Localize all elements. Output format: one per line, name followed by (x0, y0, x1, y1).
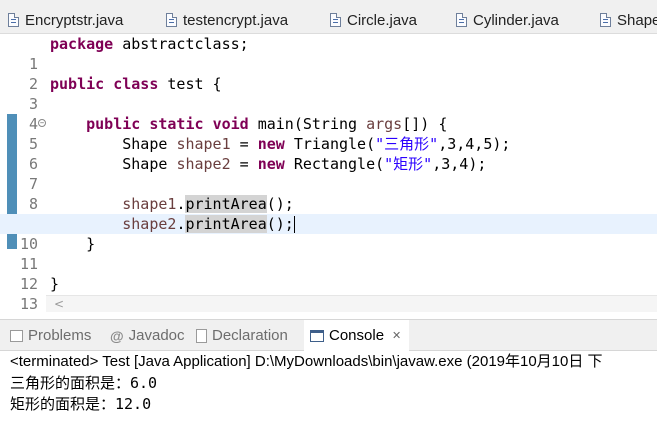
java-file-icon (456, 13, 467, 27)
code-editor[interactable]: 1 package abstractclass; 2 3 public clas… (0, 34, 657, 313)
code-text: main(String (248, 115, 367, 133)
code-line[interactable]: 3 public class test { (0, 74, 657, 113)
java-file-icon (166, 13, 177, 27)
tab-problems[interactable]: Problems (10, 320, 91, 351)
parameter: args (366, 115, 403, 133)
console-output-line: 矩形的面积是：12.0 (10, 395, 152, 413)
console-output-line: 三角形的面积是：6.0 (10, 374, 158, 392)
keyword: new (257, 155, 285, 173)
java-file-icon (330, 13, 341, 27)
console-output[interactable]: <terminated> Test [Java Application] D:\… (0, 351, 657, 447)
code-text: (); (266, 195, 294, 213)
code-text: Triangle( (284, 135, 376, 153)
tab-label: Javadoc (128, 327, 185, 344)
declaration-icon (196, 328, 207, 343)
tab-label: Circle.java (347, 11, 418, 29)
code-line[interactable]: 1 package abstractclass; (0, 34, 657, 73)
keyword: public (86, 115, 141, 133)
code-text: = (230, 155, 258, 173)
code-text: } (86, 235, 96, 253)
console-icon (310, 329, 324, 342)
code-line[interactable]: 5 − public static void main(String args[… (0, 114, 657, 153)
code-text: ,3,4); (432, 155, 487, 173)
method-occurrence: printArea (185, 215, 267, 233)
code-text: } (50, 275, 60, 293)
code-line[interactable]: 13 } (0, 274, 657, 313)
string-literal: "矩形" (384, 155, 433, 173)
keyword: void (212, 115, 249, 133)
code-text: Shape (50, 155, 177, 173)
code-text: []) { (402, 115, 448, 133)
close-icon[interactable]: ✕ (392, 329, 401, 342)
code-line[interactable]: 4 (0, 94, 657, 133)
code-text: Shape (50, 135, 177, 153)
code-text: Rectangle( (284, 155, 385, 173)
editor-tab-bar: Encryptstr.java testencrypt.java Circle.… (0, 0, 657, 34)
problems-icon (10, 329, 23, 342)
code-line[interactable]: 11 } (0, 234, 657, 273)
keyword: public (50, 75, 105, 93)
variable: shape1 (122, 195, 177, 213)
variable: shape2 (122, 215, 177, 233)
keyword: package (50, 35, 114, 53)
code-text: (); (266, 215, 294, 233)
tab-label: Declaration (212, 327, 288, 344)
tab-label: Encryptstr.java (25, 11, 124, 29)
code-line[interactable]: 2 (0, 54, 657, 93)
tab-label: Cylinder.java (473, 11, 559, 29)
java-file-icon (600, 13, 611, 27)
tab-circle[interactable]: Circle.java (330, 6, 418, 33)
keyword: new (257, 135, 285, 153)
code-line-current[interactable]: 10 shape2.printArea(); (0, 214, 657, 253)
code-line[interactable]: 8 (0, 174, 657, 213)
java-file-icon (8, 13, 19, 27)
code-text: ,3,4,5); (438, 135, 511, 153)
tab-console[interactable]: Console ✕ (304, 320, 410, 351)
keyword: class (113, 75, 159, 93)
tab-javadoc[interactable]: @ Javadoc (110, 320, 185, 351)
tab-declaration[interactable]: Declaration (196, 320, 288, 351)
code-line[interactable]: 6 Shape shape1 = new Triangle("三角形",3,4,… (0, 134, 657, 173)
variable: shape1 (176, 135, 231, 153)
string-literal: "三角形" (375, 135, 439, 153)
variable: shape2 (176, 155, 231, 173)
code-text: test { (158, 75, 222, 93)
console-status-line: <terminated> Test [Java Application] D:\… (10, 353, 603, 370)
code-text: abstractclass; (113, 35, 249, 53)
javadoc-icon: @ (110, 327, 124, 344)
keyword: static (149, 115, 204, 133)
scroll-left-icon[interactable]: < (54, 296, 64, 313)
tab-label: Problems (28, 327, 92, 344)
view-tab-bar: Problems @ Javadoc Declaration Console ✕ (0, 319, 657, 351)
tab-label: testencrypt.java (183, 11, 289, 29)
tab-label: Console (329, 327, 385, 344)
tab-label: Shape (617, 11, 657, 29)
code-text: = (230, 135, 258, 153)
code-line[interactable]: 12 (0, 254, 657, 293)
code-line[interactable]: 7 Shape shape2 = new Rectangle("矩形",3,4)… (0, 154, 657, 193)
code-line[interactable]: 9 shape1.printArea(); (0, 194, 657, 233)
tab-encryptstr[interactable]: Encryptstr.java (8, 6, 124, 33)
tab-shape[interactable]: Shape (600, 6, 657, 33)
horizontal-scrollbar[interactable]: < (46, 295, 657, 312)
tab-testencrypt[interactable]: testencrypt.java (166, 6, 289, 33)
line-number: 13 (19, 295, 38, 313)
fold-toggle-icon[interactable]: − (38, 119, 46, 127)
text-caret (293, 216, 295, 233)
tab-cylinder[interactable]: Cylinder.java (456, 6, 559, 33)
method-occurrence: printArea (185, 195, 267, 213)
